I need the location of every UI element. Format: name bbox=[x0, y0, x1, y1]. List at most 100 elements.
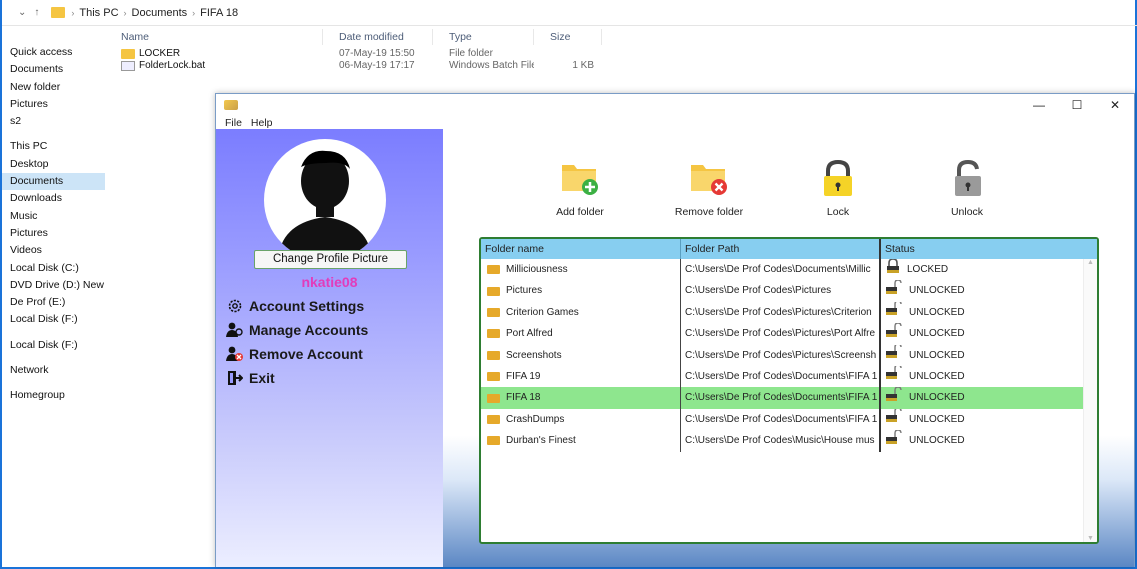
folder-name-cell: Screenshots bbox=[506, 349, 562, 361]
up-arrow-icon[interactable]: ↑ bbox=[34, 7, 39, 18]
status-cell: UNLOCKED bbox=[909, 370, 965, 382]
remove-account-label: Remove Account bbox=[249, 346, 363, 362]
breadcrumb-fifa-18[interactable]: FIFA 18 bbox=[200, 7, 238, 19]
title-bar[interactable]: — ☐ ✕ bbox=[216, 94, 1134, 116]
folder-icon bbox=[487, 350, 500, 360]
nav-this-pc[interactable]: This PC bbox=[2, 138, 105, 155]
folder-icon bbox=[487, 286, 500, 296]
menu-file[interactable]: File bbox=[225, 117, 242, 129]
status-cell: UNLOCKED bbox=[909, 349, 965, 361]
exit-label: Exit bbox=[249, 370, 275, 386]
nav-videos[interactable]: Videos bbox=[2, 242, 105, 259]
username-label: nkatie08 bbox=[301, 274, 358, 290]
status-cell: UNLOCKED bbox=[909, 306, 965, 318]
folder-path-cell: C:\Users\De Prof Codes\Pictures bbox=[681, 280, 881, 302]
nav-local-disk-f[interactable]: Local Disk (F:) bbox=[2, 311, 105, 328]
table-row-4[interactable]: Port Alfred C:\Users\De Prof Codes\Pictu… bbox=[481, 323, 1097, 345]
breadcrumb-this-pc[interactable]: This PC bbox=[79, 7, 118, 19]
table-row-9[interactable]: Durban's Finest C:\Users\De Prof Codes\M… bbox=[481, 430, 1097, 452]
folder-name-cell: Criterion Games bbox=[506, 306, 579, 318]
table-row-7[interactable]: FIFA 18 C:\Users\De Prof Codes\Documents… bbox=[481, 387, 1097, 409]
manage-accounts-link[interactable]: Manage Accounts bbox=[226, 322, 368, 338]
vertical-scrollbar[interactable]: ▲ ▼ bbox=[1083, 259, 1097, 542]
nav-new-folder[interactable]: New folder bbox=[2, 79, 105, 96]
remove-account-link[interactable]: Remove Account bbox=[226, 346, 363, 362]
header-folder-name[interactable]: Folder name bbox=[481, 239, 681, 259]
unlocked-icon bbox=[885, 365, 903, 387]
folder-path-cell: C:\Users\De Prof Codes\Documents\FIFA 1 bbox=[681, 387, 881, 409]
close-button[interactable]: ✕ bbox=[1096, 94, 1134, 116]
lock-icon bbox=[818, 159, 858, 197]
nav-documents[interactable]: Documents bbox=[2, 61, 105, 78]
scroll-up-icon[interactable]: ▲ bbox=[1084, 259, 1097, 266]
folder-icon bbox=[487, 414, 500, 424]
column-date-modified[interactable]: Date modified bbox=[323, 29, 433, 45]
table-row-3[interactable]: Criterion Games C:\Users\De Prof Codes\P… bbox=[481, 301, 1097, 324]
main-content: Add folder Remove folder Lock Unlock Fol… bbox=[443, 129, 1134, 567]
remove-user-icon bbox=[226, 346, 244, 362]
locked-icon bbox=[885, 259, 901, 280]
nav-network[interactable]: Network bbox=[2, 362, 105, 379]
status-cell: LOCKED bbox=[907, 264, 949, 275]
column-type[interactable]: Type bbox=[433, 29, 534, 45]
change-profile-picture-button[interactable]: Change Profile Picture bbox=[254, 250, 407, 269]
folder-icon bbox=[487, 393, 500, 403]
lock-button[interactable]: Lock bbox=[793, 159, 883, 218]
lock-label: Lock bbox=[826, 206, 850, 218]
exit-link[interactable]: Exit bbox=[226, 370, 275, 386]
remove-folder-icon bbox=[689, 159, 729, 197]
table-row-2[interactable]: Pictures C:\Users\De Prof Codes\Pictures… bbox=[481, 280, 1097, 302]
folder-name-cell: Pictures bbox=[506, 285, 543, 297]
nav-quick-access[interactable]: Quick access bbox=[2, 44, 105, 61]
nav-pictures-pc[interactable]: Pictures bbox=[2, 225, 105, 242]
maximize-button[interactable]: ☐ bbox=[1058, 94, 1096, 116]
batch-file-icon bbox=[121, 61, 135, 71]
remove-folder-button[interactable]: Remove folder bbox=[664, 159, 754, 218]
folder-icon bbox=[487, 436, 500, 446]
file-row-locker[interactable]: LOCKER 07-May-19 15:50 File folder bbox=[105, 48, 1137, 60]
header-status[interactable]: Status bbox=[881, 239, 1097, 259]
unlocked-icon bbox=[885, 408, 903, 430]
column-size[interactable]: Size bbox=[534, 29, 602, 45]
table-row-5[interactable]: Screenshots C:\Users\De Prof Codes\Pictu… bbox=[481, 344, 1097, 366]
folder-name-cell: Port Alfred bbox=[506, 328, 553, 340]
address-bar[interactable]: ⌄ ↑ › This PC › Documents › FIFA 18 bbox=[2, 0, 1137, 26]
nav-pictures[interactable]: Pictures bbox=[2, 96, 105, 113]
nav-de-prof-e[interactable]: De Prof (E:) bbox=[2, 294, 105, 311]
status-cell: UNLOCKED bbox=[909, 328, 965, 340]
table-row-8[interactable]: CrashDumps C:\Users\De Prof Codes\Docume… bbox=[481, 408, 1097, 431]
nav-local-disk-c[interactable]: Local Disk (C:) bbox=[2, 260, 105, 277]
folder-name-cell: Milliciousness bbox=[506, 264, 568, 275]
nav-dvd-drive-d[interactable]: DVD Drive (D:) New bbox=[2, 277, 105, 294]
table-row-1[interactable]: Milliciousness C:\Users\De Prof Codes\Do… bbox=[481, 259, 1097, 281]
nav-documents-selected[interactable]: Documents bbox=[2, 173, 105, 191]
nav-music[interactable]: Music bbox=[2, 208, 105, 225]
minimize-button[interactable]: — bbox=[1020, 94, 1058, 116]
scroll-down-icon[interactable]: ▼ bbox=[1084, 535, 1097, 542]
unlocked-icon bbox=[885, 301, 903, 323]
menu-help[interactable]: Help bbox=[251, 117, 273, 129]
column-name[interactable]: Name bbox=[105, 29, 323, 45]
file-row-folderlock-bat[interactable]: FolderLock.bat 06-May-19 17:17 Windows B… bbox=[105, 60, 1137, 72]
unlocked-icon bbox=[885, 280, 903, 301]
add-folder-button[interactable]: Add folder bbox=[535, 159, 625, 218]
chevron-down-icon[interactable]: ⌄ bbox=[18, 7, 26, 18]
header-folder-path[interactable]: Folder Path bbox=[681, 239, 881, 259]
folder-icon bbox=[487, 372, 500, 382]
nav-s2[interactable]: s2 bbox=[2, 113, 105, 130]
nav-homegroup[interactable]: Homegroup bbox=[2, 387, 105, 404]
nav-local-disk-f-root[interactable]: Local Disk (F:) bbox=[2, 337, 105, 354]
status-cell: UNLOCKED bbox=[909, 435, 965, 447]
unlock-icon bbox=[947, 159, 987, 197]
unlock-button[interactable]: Unlock bbox=[922, 159, 1012, 218]
file-type: File folder bbox=[449, 48, 493, 59]
nav-desktop[interactable]: Desktop bbox=[2, 156, 105, 173]
nav-downloads[interactable]: Downloads bbox=[2, 190, 105, 207]
remove-folder-label: Remove folder bbox=[674, 206, 744, 218]
breadcrumb-documents[interactable]: Documents bbox=[132, 7, 188, 19]
exit-icon bbox=[226, 370, 244, 386]
account-settings-link[interactable]: Account Settings bbox=[226, 298, 364, 314]
file-name: FolderLock.bat bbox=[139, 60, 206, 71]
menu-bar: File Help bbox=[216, 116, 1134, 129]
table-row-6[interactable]: FIFA 19 C:\Users\De Prof Codes\Documents… bbox=[481, 365, 1097, 388]
